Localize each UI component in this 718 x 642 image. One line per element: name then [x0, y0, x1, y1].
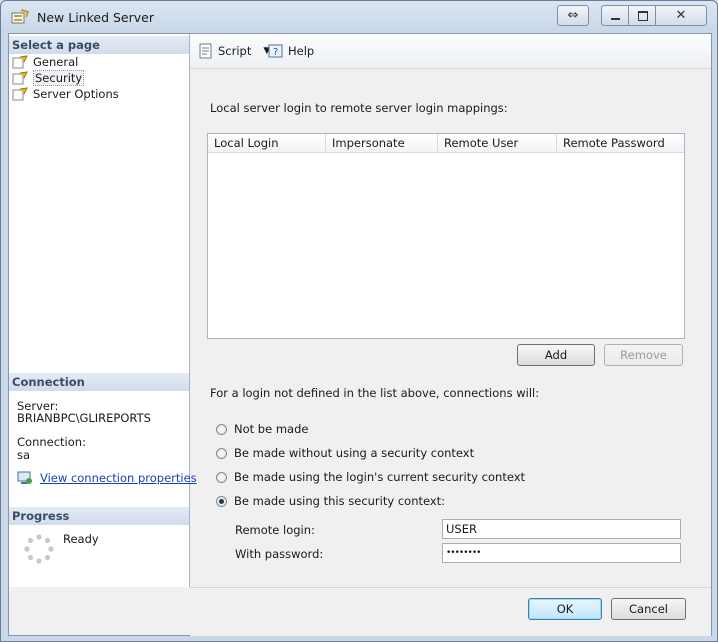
progress-status: Ready: [63, 532, 99, 546]
connection-properties-icon: [17, 471, 32, 484]
remove-button[interactable]: Remove: [604, 344, 683, 366]
page-item-security[interactable]: Security: [9, 70, 187, 86]
radio-this-security-context[interactable]: [216, 496, 227, 507]
password-input[interactable]: ••••••••: [442, 543, 681, 563]
connection-label: Connection:: [17, 435, 86, 449]
window-title: New Linked Server: [37, 10, 154, 25]
svg-text:?: ?: [273, 47, 278, 58]
close-icon: ✕: [675, 8, 687, 23]
dialog-client: Select a page General Security Server Op…: [8, 33, 712, 636]
help-label: Help: [288, 44, 315, 58]
server-app-icon: [11, 9, 29, 24]
maximize-icon: [637, 10, 648, 21]
help-button[interactable]: ? Help: [268, 43, 314, 59]
swap-window-button[interactable]: ⇔: [557, 5, 589, 26]
ok-button[interactable]: OK: [528, 598, 602, 620]
view-connection-properties-link[interactable]: View connection properties: [40, 471, 197, 485]
script-button[interactable]: Script ▼: [198, 43, 270, 59]
cancel-button[interactable]: Cancel: [611, 598, 686, 620]
login-mappings-grid[interactable]: Local Login Impersonate Remote User Remo…: [207, 133, 685, 339]
progress-header: Progress: [9, 507, 189, 525]
grid-header: Local Login Impersonate Remote User Remo…: [208, 134, 684, 153]
script-label: Script: [218, 44, 252, 58]
page-icon: [12, 55, 28, 69]
radio-current-security-context[interactable]: [216, 472, 227, 483]
radio-label[interactable]: Be made using this security context:: [234, 494, 445, 508]
page-item-label: Server Options: [33, 87, 119, 101]
not-defined-label: For a login not defined in the list abov…: [210, 386, 540, 400]
toolbar: Script ▼ ? Help: [190, 34, 711, 69]
close-button[interactable]: ✕: [655, 5, 707, 26]
page-item-server-options[interactable]: Server Options: [9, 86, 187, 102]
column-header-remote-password[interactable]: Remote Password: [557, 134, 684, 152]
radio-label[interactable]: Be made without using a security context: [234, 446, 474, 460]
page-item-label: Security: [33, 70, 85, 86]
minimize-icon: [611, 17, 620, 20]
connection-header: Connection: [9, 373, 189, 391]
page-icon: [12, 71, 28, 85]
column-header-remote-user[interactable]: Remote User: [438, 134, 557, 152]
help-icon: ?: [268, 44, 283, 58]
remote-login-input[interactable]: USER: [442, 519, 681, 539]
page-icon: [12, 87, 28, 101]
page-item-general[interactable]: General: [9, 54, 187, 70]
with-password-label: With password:: [235, 547, 324, 561]
remote-login-label: Remote login:: [235, 523, 315, 537]
select-page-header: Select a page: [9, 36, 189, 54]
connection-value: sa: [17, 448, 31, 462]
add-button[interactable]: Add: [517, 344, 595, 366]
script-icon: [199, 43, 212, 59]
maximize-button[interactable]: [628, 5, 657, 26]
radio-label[interactable]: Be made using the login's current securi…: [234, 470, 525, 484]
server-value: BRIANBPC\GLIREPORTS: [17, 411, 151, 425]
column-header-impersonate[interactable]: Impersonate: [326, 134, 438, 152]
progress-spinner-icon: [24, 534, 54, 564]
title-bar: New Linked Server ⇔ ✕: [1, 1, 717, 33]
radio-not-be-made[interactable]: [216, 424, 227, 435]
radio-label[interactable]: Not be made: [234, 422, 308, 436]
left-pane: Select a page General Security Server Op…: [9, 34, 197, 587]
mappings-label: Local server login to remote server logi…: [210, 101, 508, 115]
dialog-window: New Linked Server ⇔ ✕ Select a page Gene…: [0, 0, 718, 642]
radio-without-security-context[interactable]: [216, 448, 227, 459]
column-header-local-login[interactable]: Local Login: [208, 134, 326, 152]
page-item-label: General: [33, 55, 79, 69]
minimize-button[interactable]: [601, 5, 630, 26]
double-arrow-icon: ⇔: [567, 8, 579, 23]
